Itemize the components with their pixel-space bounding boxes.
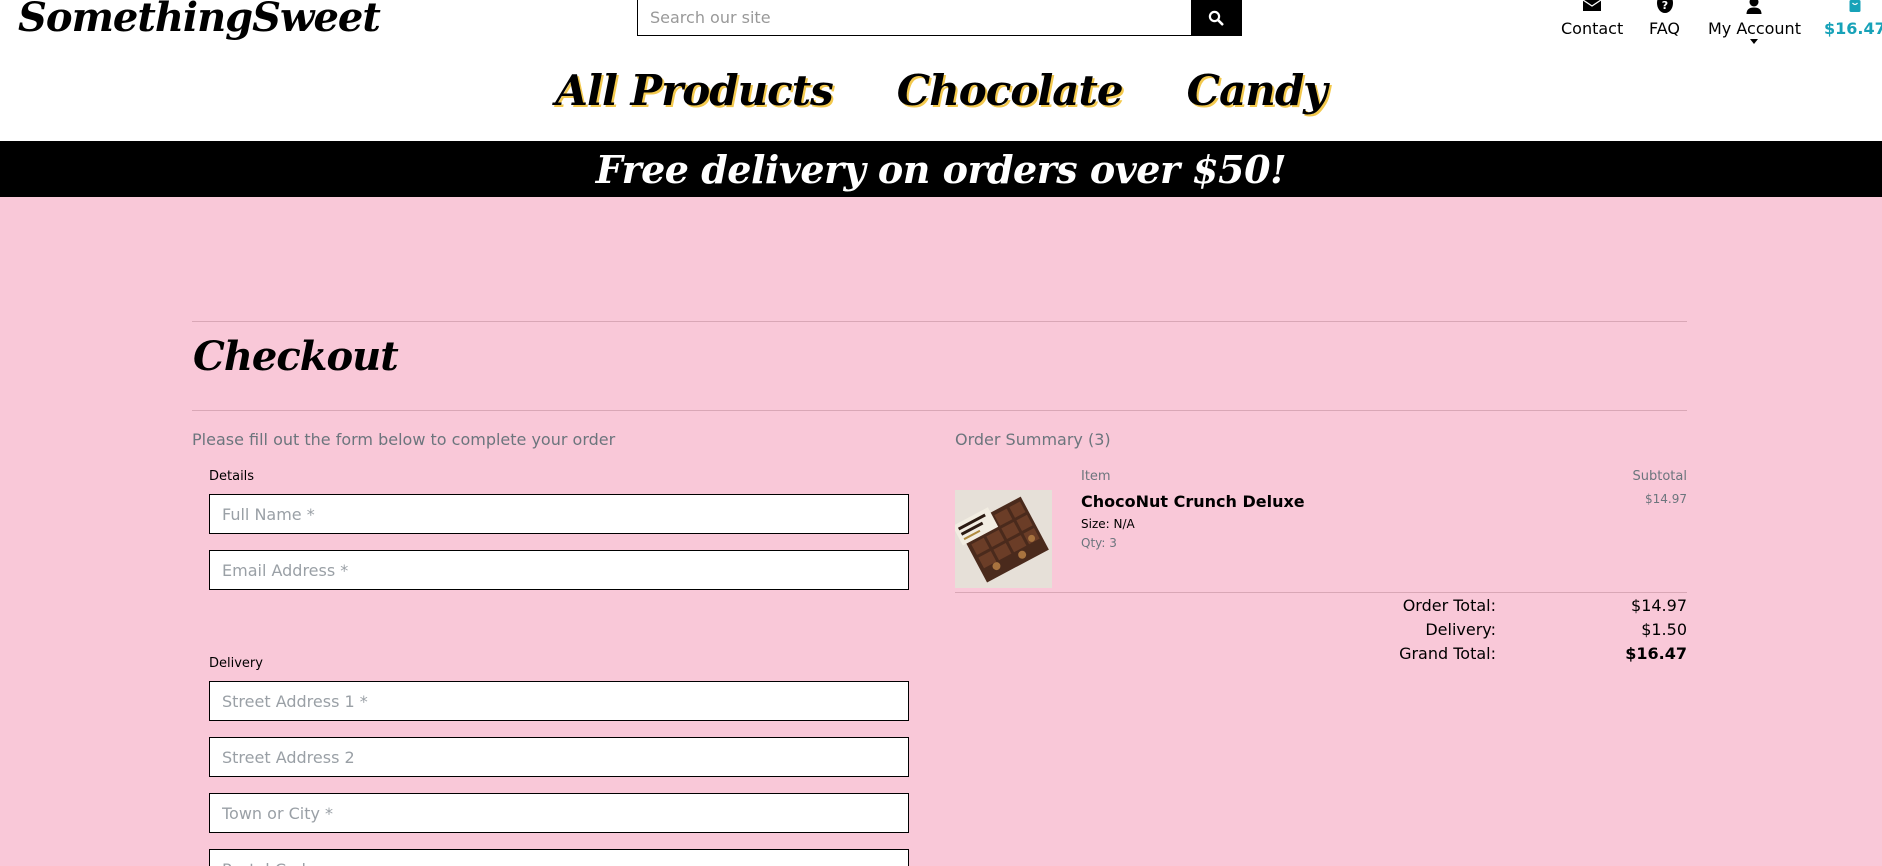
item-subtotal: $14.97: [1645, 492, 1687, 506]
cart-link[interactable]: $16.47: [1824, 0, 1882, 38]
delivery-cost-value: $1.50: [1641, 620, 1687, 639]
site-header: SomethingSweet Contact ? FAQ: [0, 0, 1882, 141]
chocolate-bar-image: [955, 490, 1052, 588]
nav-chocolate[interactable]: Chocolate: [897, 66, 1124, 115]
delivery-banner: Free delivery on orders over $50!: [0, 141, 1882, 197]
search-input[interactable]: [638, 0, 1191, 35]
contact-label: Contact: [1561, 19, 1624, 38]
site-logo[interactable]: SomethingSweet: [18, 0, 381, 41]
product-thumbnail: [955, 490, 1052, 588]
delivery-cost-label: Delivery:: [1425, 620, 1496, 639]
page-title: Checkout: [193, 333, 399, 380]
grand-total-label: Grand Total:: [1399, 644, 1496, 663]
shopping-bag-icon: [1849, 0, 1861, 12]
search-form: [637, 0, 1242, 36]
top-divider: [192, 321, 1687, 322]
street-address-1-field[interactable]: [209, 681, 909, 721]
user-icon: [1746, 0, 1762, 14]
item-name: ChocoNut Crunch Deluxe: [1081, 492, 1305, 511]
title-divider: [192, 410, 1687, 411]
summary-divider: [955, 592, 1687, 593]
main-nav: All Products Chocolate Candy: [0, 66, 1882, 115]
item-size: Size: N/A: [1081, 517, 1135, 531]
faq-label: FAQ: [1649, 19, 1680, 38]
search-button[interactable]: [1191, 0, 1241, 35]
question-circle-icon: ?: [1656, 0, 1673, 13]
delivery-banner-text: Free delivery on orders over $50!: [595, 146, 1287, 192]
subtotal-column-header: Subtotal: [1632, 469, 1687, 484]
my-account-dropdown[interactable]: My Account: [1708, 0, 1801, 44]
town-city-field[interactable]: [209, 793, 909, 833]
order-total-value: $14.97: [1631, 596, 1687, 615]
nav-all-products[interactable]: All Products: [555, 66, 833, 115]
delivery-legend: Delivery: [209, 656, 263, 671]
nav-candy[interactable]: Candy: [1187, 66, 1328, 115]
search-icon: [1208, 10, 1224, 25]
street-address-2-field[interactable]: [209, 737, 909, 777]
my-account-label: My Account: [1708, 19, 1801, 38]
faq-link[interactable]: ? FAQ: [1649, 0, 1680, 38]
svg-text:?: ?: [1661, 0, 1667, 12]
grand-total-value: $16.47: [1625, 644, 1687, 663]
full-name-field[interactable]: [209, 494, 909, 534]
checkout-intro: Please fill out the form below to comple…: [192, 430, 616, 449]
email-field[interactable]: [209, 550, 909, 590]
order-total-label: Order Total:: [1402, 596, 1496, 615]
postal-code-field[interactable]: [209, 849, 909, 866]
contact-link[interactable]: Contact: [1561, 0, 1623, 38]
cart-total: $16.47: [1824, 19, 1882, 38]
details-legend: Details: [209, 469, 255, 484]
item-column-header: Item: [1081, 469, 1111, 484]
item-quantity: Qty: 3: [1081, 536, 1117, 550]
caret-down-icon: [1750, 39, 1759, 44]
order-summary-heading: Order Summary (3): [955, 430, 1111, 449]
envelope-icon: [1582, 0, 1602, 11]
